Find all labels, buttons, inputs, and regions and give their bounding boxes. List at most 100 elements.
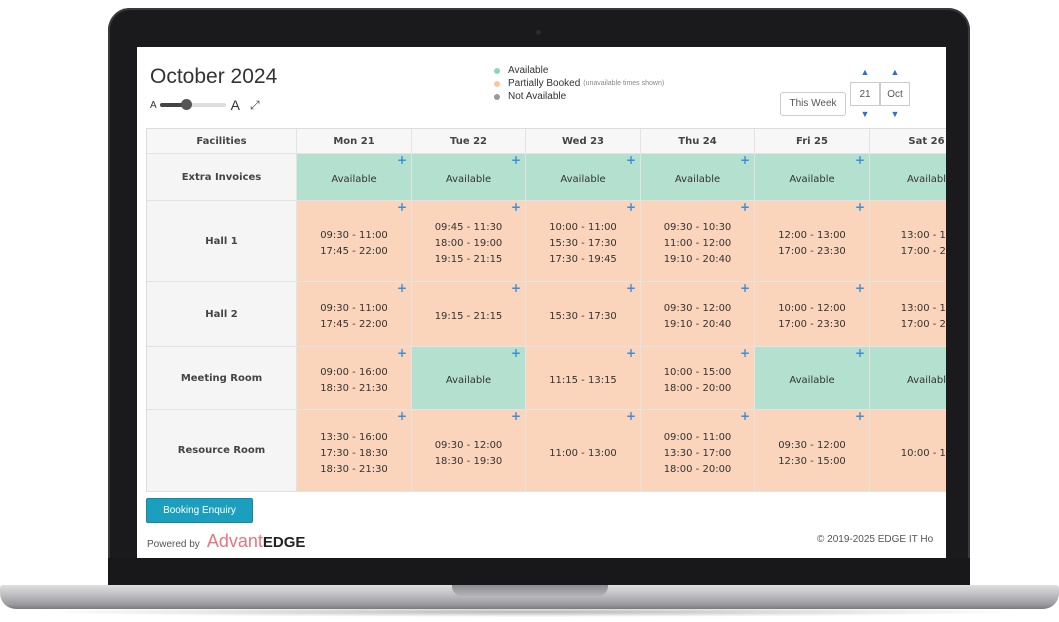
zoom-control: A A ⤢ (150, 97, 260, 113)
availability-label: Available (560, 174, 606, 185)
add-booking-plus-icon[interactable]: + (855, 282, 865, 294)
add-booking-plus-icon[interactable]: + (626, 201, 636, 213)
availability-cell[interactable]: +09:00 - 16:00 18:30 - 21:30 (297, 347, 412, 410)
availability-cell[interactable]: +11:00 - 13:00 (526, 410, 641, 492)
add-booking-plus-icon[interactable]: + (511, 154, 521, 166)
day-down-chevron-icon[interactable]: ▼ (850, 109, 880, 119)
booked-time-range: 09:45 - 11:30 (434, 222, 503, 233)
add-booking-plus-icon[interactable]: + (397, 282, 407, 294)
day-header: Tue 22 (412, 129, 526, 154)
add-booking-plus-icon[interactable]: + (740, 410, 750, 422)
availability-cell[interactable]: +09:30 - 10:30 11:00 - 12:00 19:10 - 20:40 (641, 201, 755, 282)
add-booking-plus-icon[interactable]: + (397, 410, 407, 422)
month-field[interactable]: Oct (880, 82, 910, 106)
booked-time-range: 09:30 - 11:00 (320, 230, 388, 241)
availability-cell[interactable]: +13:00 - 1617:00 - 23 (870, 201, 946, 282)
availability-cell[interactable]: +11:15 - 13:15 (526, 347, 641, 410)
add-booking-plus-icon[interactable]: + (855, 347, 865, 359)
availability-cell[interactable]: + Available (412, 154, 526, 201)
add-booking-plus-icon[interactable]: + (626, 347, 636, 359)
day-field[interactable]: 21 (850, 82, 880, 106)
add-booking-plus-icon[interactable]: + (626, 410, 636, 422)
booked-time-range: 12:30 - 15:00 (778, 455, 846, 467)
availability-cell[interactable]: +10:00 - 15:00 18:00 - 20:00 (641, 347, 755, 410)
booked-time-range: 15:30 - 17:30 (549, 311, 617, 322)
availability-cell[interactable]: +09:30 - 11:00 17:45 - 22:00 (297, 201, 412, 282)
add-booking-plus-icon[interactable]: + (855, 201, 865, 213)
booked-time-range: 10:00 - 12:00 (778, 303, 846, 314)
availability-cell[interactable]: + Available (297, 154, 412, 201)
powered-by: Powered by Advant EDGE (147, 531, 305, 552)
add-booking-plus-icon[interactable]: + (855, 154, 865, 166)
day-up-chevron-icon[interactable]: ▲ (850, 67, 880, 77)
booked-time-range: 19:15 - 21:15 (434, 311, 503, 322)
facility-name: Resource Room (147, 410, 297, 492)
availability-cell[interactable]: +09:30 - 12:00 19:10 - 20:40 (641, 282, 755, 347)
booked-time-range: 11:00 - 12:00 (663, 238, 732, 249)
availability-cell[interactable]: +09:30 - 12:00 18:30 - 19:30 (412, 410, 526, 492)
add-booking-plus-icon[interactable]: + (740, 154, 750, 166)
availability-cell[interactable]: +Availabl (870, 347, 946, 410)
availability-label: Available (789, 375, 835, 386)
day-header: Mon 21 (297, 129, 412, 154)
availability-cell[interactable]: +10:00 - 11:00 15:30 - 17:30 17:30 - 19:45 (526, 201, 641, 282)
add-booking-plus-icon[interactable]: + (511, 347, 521, 359)
availability-cell[interactable]: +09:45 - 11:30 18:00 - 19:00 19:15 - 21:15 (412, 201, 526, 282)
availability-cell[interactable]: + Available (755, 154, 870, 201)
zoom-large-label: A (230, 97, 241, 113)
availability-cell[interactable]: + Available (641, 154, 755, 201)
booked-time-range: 09:30 - 12:00 (778, 439, 846, 451)
legend-not-available-label: Not Available (508, 91, 567, 102)
month-up-chevron-icon[interactable]: ▲ (880, 67, 910, 77)
facility-name: Extra Invoices (147, 154, 297, 201)
booked-time-range: 17:00 - 23 (900, 246, 946, 257)
availability-cell[interactable]: + Available (755, 347, 870, 410)
day-header: Thu 24 (641, 129, 755, 154)
booked-time-range: 19:10 - 20:40 (663, 319, 732, 330)
add-booking-plus-icon[interactable]: + (626, 154, 636, 166)
add-booking-plus-icon[interactable]: + (397, 201, 407, 213)
availability-cell[interactable]: +09:30 - 12:00 12:30 - 15:00 (755, 410, 870, 492)
availability-cell[interactable]: +09:00 - 11:00 13:30 - 17:00 18:00 - 20:00 (641, 410, 755, 492)
booked-time-range: 09:00 - 16:00 (320, 367, 388, 378)
availability-label: Available (445, 375, 492, 386)
add-booking-plus-icon[interactable]: + (511, 282, 521, 294)
add-booking-plus-icon[interactable]: + (397, 347, 407, 359)
availability-cell[interactable]: +13:30 - 16:00 17:30 - 18:30 18:30 - 21:30 (297, 410, 412, 492)
booked-time-range: 13:00 - 16 (900, 230, 946, 241)
add-booking-plus-icon[interactable]: + (511, 201, 521, 213)
zoom-slider-handle[interactable] (181, 99, 193, 110)
availability-cell[interactable]: +10:00 - 12:00 17:00 - 23:30 (755, 282, 870, 347)
add-booking-plus-icon[interactable]: + (740, 347, 750, 359)
availability-cell[interactable]: +12:00 - 13:00 17:00 - 23:30 (755, 201, 870, 282)
add-booking-plus-icon[interactable]: + (740, 201, 750, 213)
webcam (536, 30, 541, 35)
add-booking-plus-icon[interactable]: + (511, 410, 521, 422)
add-booking-plus-icon[interactable]: + (855, 410, 865, 422)
this-week-button[interactable]: This Week (780, 91, 846, 116)
booked-time-range: 09:00 - 11:00 (663, 431, 732, 443)
availability-cell[interactable]: +13:00 - 1617:00 - 23 (870, 282, 946, 347)
brand-logo-part1[interactable]: Advant (207, 531, 263, 552)
availability-cell[interactable]: +15:30 - 17:30 (526, 282, 641, 347)
availability-cell[interactable]: +10:00 - 16 (870, 410, 946, 492)
availability-cell[interactable]: + Available (412, 347, 526, 410)
brand-logo-part2[interactable]: EDGE (263, 534, 306, 551)
availability-cell[interactable]: + Available (526, 154, 641, 201)
add-booking-plus-icon[interactable]: + (397, 154, 407, 166)
booked-time-range: 17:45 - 22:00 (320, 319, 388, 330)
availability-cell[interactable]: +Availabl (870, 154, 946, 201)
booked-time-range: 10:00 - 11:00 (549, 222, 617, 233)
fullscreen-icon[interactable]: ⤢ (250, 98, 260, 113)
availability-cell[interactable]: +19:15 - 21:15 (412, 282, 526, 347)
month-down-chevron-icon[interactable]: ▼ (880, 109, 910, 119)
booked-time-range: 13:00 - 16 (900, 303, 946, 314)
zoom-slider[interactable] (159, 99, 226, 110)
booking-enquiry-button[interactable]: Booking Enquiry (146, 498, 253, 523)
availability-cell[interactable]: +09:30 - 11:00 17:45 - 22:00 (297, 282, 412, 347)
legend-partial: Partially Booked (unavailable times show… (494, 77, 664, 90)
availability-label: Availabl (906, 375, 946, 386)
booked-time-range: 10:00 - 16 (900, 447, 946, 459)
add-booking-plus-icon[interactable]: + (626, 282, 636, 294)
add-booking-plus-icon[interactable]: + (740, 282, 750, 294)
